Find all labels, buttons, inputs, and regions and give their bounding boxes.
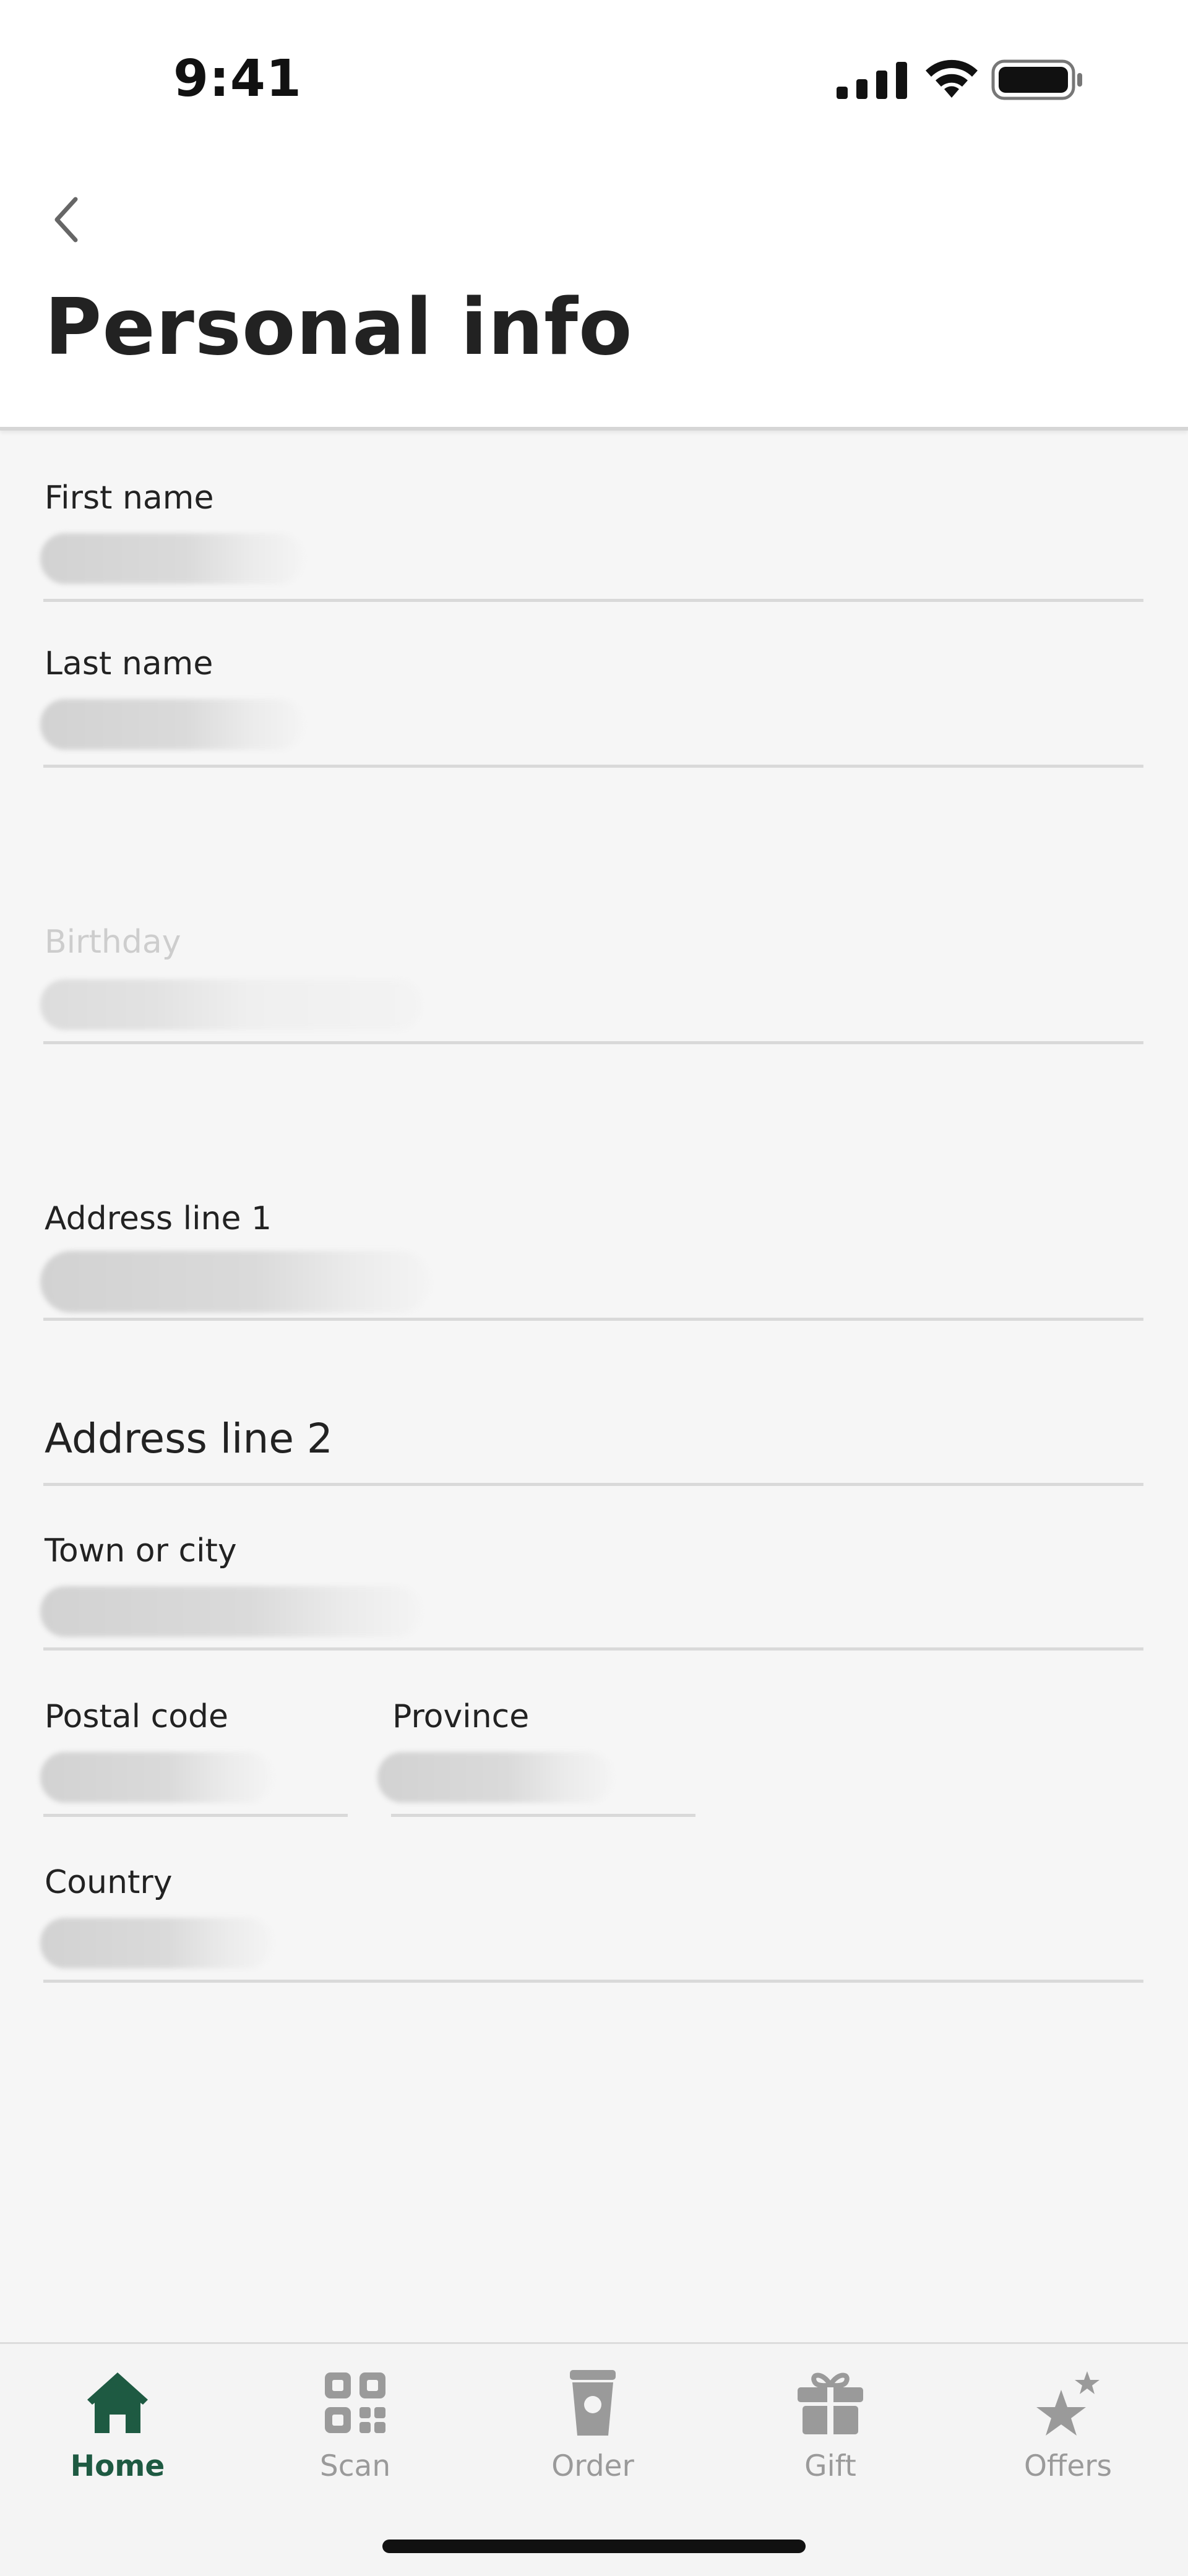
tab-gift[interactable]: Gift bbox=[750, 2356, 911, 2499]
address-line-1-value[interactable] bbox=[40, 1251, 430, 1313]
province-value[interactable] bbox=[377, 1752, 613, 1803]
town-or-city-label: Town or city bbox=[45, 1532, 237, 1569]
tab-order-label: Order bbox=[551, 2449, 634, 2483]
tab-scan[interactable]: Scan bbox=[275, 2356, 436, 2499]
postal-code-value[interactable] bbox=[40, 1752, 272, 1803]
address-line-1-label: Address line 1 bbox=[45, 1200, 272, 1237]
birthday-label: Birthday bbox=[45, 924, 181, 961]
tab-order[interactable]: Order bbox=[512, 2356, 673, 2499]
country-field[interactable]: Country bbox=[40, 1855, 1143, 1983]
tab-offers[interactable]: Offers bbox=[988, 2356, 1148, 2499]
tab-home-label: Home bbox=[70, 2449, 165, 2483]
cellular-signal-icon bbox=[837, 62, 907, 99]
tab-scan-label: Scan bbox=[319, 2449, 391, 2483]
status-time: 9:41 bbox=[173, 49, 302, 108]
country-value[interactable] bbox=[40, 1918, 272, 1968]
status-icons bbox=[837, 57, 1084, 106]
tab-home[interactable]: Home bbox=[37, 2356, 198, 2499]
province-label: Province bbox=[392, 1698, 530, 1735]
last-name-field[interactable]: Last name bbox=[40, 636, 1143, 768]
qr-code-icon bbox=[325, 2372, 385, 2433]
last-name-label: Last name bbox=[45, 645, 213, 682]
address-line-1-field[interactable]: Address line 1 bbox=[40, 1191, 1143, 1321]
birthday-value bbox=[40, 979, 421, 1030]
chevron-left-icon bbox=[54, 197, 78, 243]
town-or-city-value[interactable] bbox=[40, 1586, 421, 1637]
postal-code-label: Postal code bbox=[45, 1698, 229, 1735]
address-line-2-field[interactable]: Address line 2 bbox=[43, 1395, 1143, 1486]
back-button[interactable] bbox=[37, 186, 93, 254]
gift-icon bbox=[798, 2372, 863, 2434]
last-name-value[interactable] bbox=[40, 699, 303, 750]
first-name-label: First name bbox=[45, 479, 214, 517]
first-name-field[interactable]: First name bbox=[40, 470, 1143, 602]
coffee-cup-icon bbox=[570, 2370, 616, 2436]
home-indicator[interactable] bbox=[382, 2540, 806, 2553]
town-or-city-field[interactable]: Town or city bbox=[40, 1523, 1143, 1651]
page-title: Personal info bbox=[45, 281, 633, 372]
first-name-value[interactable] bbox=[40, 533, 303, 584]
province-field[interactable]: Province bbox=[377, 1689, 695, 1817]
birthday-field: Birthday bbox=[40, 914, 1143, 1044]
country-label: Country bbox=[45, 1864, 173, 1901]
tab-offers-label: Offers bbox=[1023, 2449, 1113, 2483]
address-line-2-label: Address line 2 bbox=[45, 1415, 333, 1462]
wifi-icon bbox=[926, 59, 978, 98]
star-icon bbox=[1036, 2371, 1100, 2436]
header: Personal info bbox=[0, 142, 1188, 431]
battery-icon bbox=[991, 59, 1082, 100]
postal-code-field[interactable]: Postal code bbox=[40, 1689, 348, 1817]
tab-gift-label: Gift bbox=[804, 2449, 856, 2483]
status-bar: 9:41 bbox=[0, 0, 1188, 142]
home-icon bbox=[87, 2372, 148, 2433]
